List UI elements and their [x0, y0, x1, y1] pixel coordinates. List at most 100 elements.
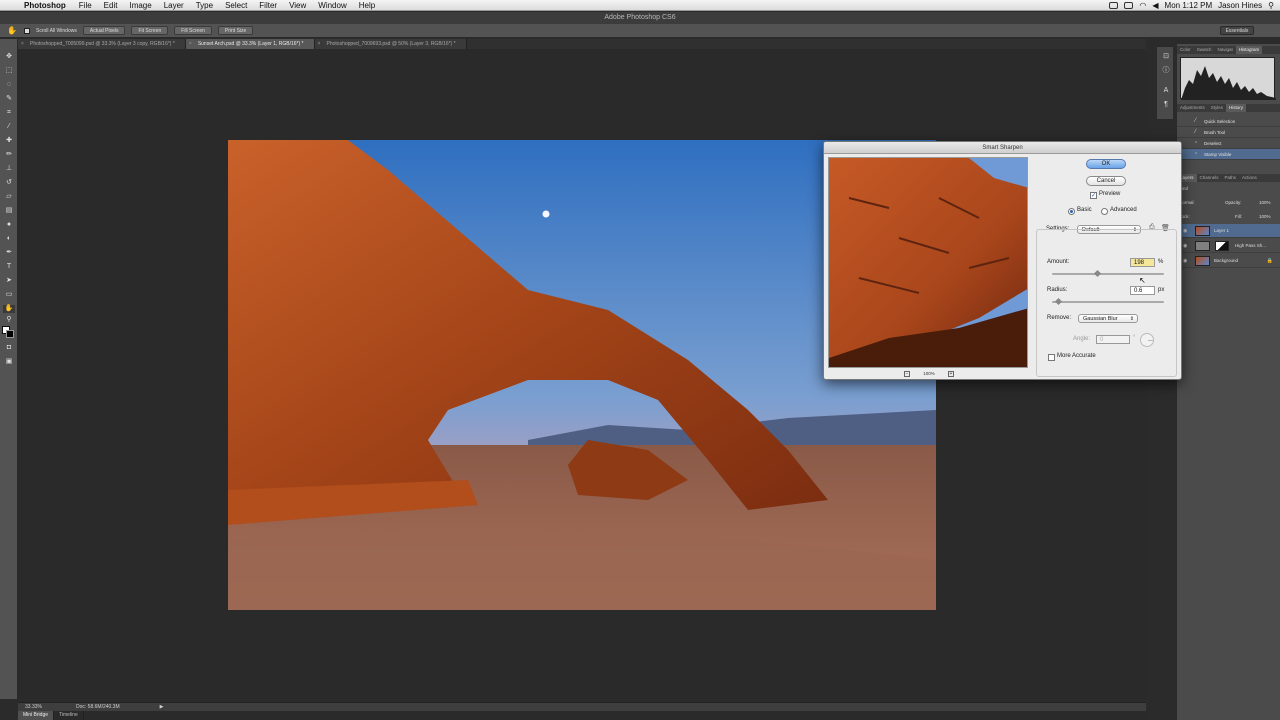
preview-checkbox[interactable]: ✓: [1090, 192, 1097, 199]
brush-tool-icon[interactable]: ✏: [3, 151, 15, 159]
menu-image[interactable]: Image: [129, 1, 151, 10]
document-tab[interactable]: × Photoshopped_7005099.psd @ 33.3% (Laye…: [18, 39, 186, 49]
angle-dial[interactable]: [1140, 333, 1154, 347]
tab-styles[interactable]: Styles: [1208, 104, 1226, 112]
close-icon[interactable]: ×: [21, 39, 24, 49]
menu-clock[interactable]: Mon 1:12 PM: [1165, 1, 1213, 10]
tab-adjustments[interactable]: Adjustments: [1177, 104, 1208, 112]
menu-type[interactable]: Type: [196, 1, 213, 10]
menu-user[interactable]: Jason Hines: [1218, 1, 1262, 10]
scroll-all-windows-checkbox[interactable]: [24, 27, 30, 34]
layer-row-active[interactable]: ◉ Layer 1: [1177, 224, 1280, 238]
visibility-eye-icon[interactable]: ◉: [1183, 239, 1187, 253]
fill-value[interactable]: 100%: [1259, 213, 1271, 220]
history-item[interactable]: ⁄ Quick Selection: [1177, 116, 1280, 127]
visibility-eye-icon[interactable]: ◉: [1183, 224, 1187, 238]
menu-app-name[interactable]: Photoshop: [24, 1, 66, 10]
tab-navigator[interactable]: Navigat: [1215, 46, 1236, 54]
character-icon[interactable]: A: [1161, 87, 1171, 95]
amount-input[interactable]: 198: [1130, 258, 1155, 267]
menu-edit[interactable]: Edit: [104, 1, 118, 10]
history-item[interactable]: ⁄ Brush Tool: [1177, 127, 1280, 138]
menu-file[interactable]: File: [79, 1, 92, 10]
marquee-tool-icon[interactable]: ⬚: [3, 67, 15, 75]
remove-select[interactable]: Gaussian Blur ⇕: [1078, 314, 1138, 323]
menu-filter[interactable]: Filter: [259, 1, 277, 10]
opacity-value[interactable]: 100%: [1259, 199, 1271, 206]
history-brush-tool-icon[interactable]: ↺: [3, 179, 15, 187]
zoom-in-button[interactable]: +: [947, 370, 954, 377]
wifi-icon[interactable]: ◠: [1139, 1, 1146, 10]
background-color-swatch[interactable]: [6, 330, 14, 338]
healing-brush-tool-icon[interactable]: ✚: [3, 137, 15, 145]
radius-input[interactable]: 0.6: [1130, 286, 1155, 295]
spotlight-icon[interactable]: ⚲: [1268, 1, 1274, 10]
actual-pixels-button[interactable]: Actual Pixels: [82, 26, 126, 35]
amount-slider-track[interactable]: [1052, 273, 1164, 275]
more-accurate-checkbox[interactable]: [1048, 354, 1055, 361]
fill-screen-button[interactable]: Fill Screen: [174, 26, 212, 35]
move-tool-icon[interactable]: ✥: [3, 53, 15, 61]
dodge-tool-icon[interactable]: ◐: [3, 235, 15, 243]
tab-mini-bridge[interactable]: Mini Bridge: [18, 711, 55, 720]
tab-swatches[interactable]: Swatch: [1194, 46, 1215, 54]
tab-color[interactable]: Color: [1177, 46, 1194, 54]
path-selection-tool-icon[interactable]: ➤: [3, 277, 15, 285]
tab-history[interactable]: History: [1226, 104, 1247, 112]
document-info[interactable]: Doc: 58.6M/240.3M: [76, 704, 120, 710]
shape-tool-icon[interactable]: ▭: [3, 291, 15, 299]
volume-icon[interactable]: ◀: [1152, 1, 1158, 10]
angle-input[interactable]: 0: [1096, 335, 1130, 344]
quick-selection-tool-icon[interactable]: ✎: [3, 95, 15, 103]
quick-mask-icon[interactable]: ◘: [3, 344, 15, 352]
history-item-active[interactable]: ▫ Stamp Visible: [1177, 149, 1280, 160]
document-tab[interactable]: × Photoshopped_7009693.psd @ 50% (Layer …: [314, 39, 467, 49]
hand-tool-icon[interactable]: ✋: [6, 26, 18, 36]
radius-slider-track[interactable]: [1052, 301, 1164, 303]
zoom-tool-icon[interactable]: ⚲: [3, 316, 15, 324]
menu-help[interactable]: Help: [359, 1, 375, 10]
zoom-level[interactable]: 33.33%: [18, 704, 46, 710]
menu-window[interactable]: Window: [318, 1, 346, 10]
history-item[interactable]: ▫ Deselect: [1177, 138, 1280, 149]
hand-tool-icon[interactable]: ✋: [3, 305, 15, 313]
type-tool-icon[interactable]: T: [3, 263, 15, 271]
menu-view[interactable]: View: [289, 1, 306, 10]
screen-mode-icon[interactable]: ▣: [3, 358, 15, 366]
zoom-out-button[interactable]: −: [904, 370, 910, 377]
layer-row[interactable]: ◉ Background 🔒: [1177, 254, 1280, 268]
close-icon[interactable]: ×: [189, 39, 192, 49]
battery-icon[interactable]: [1124, 2, 1134, 9]
tab-timeline[interactable]: Timeline: [54, 711, 84, 720]
close-icon[interactable]: ×: [318, 39, 321, 49]
info-icon[interactable]: ⓘ: [1161, 67, 1171, 75]
workspace-switcher[interactable]: Essentials: [1220, 26, 1254, 35]
navigator-icon[interactable]: ⊡: [1161, 53, 1171, 61]
ps-icon[interactable]: [1109, 2, 1119, 9]
menu-select[interactable]: Select: [225, 1, 247, 10]
ok-button[interactable]: OK: [1086, 159, 1126, 169]
visibility-eye-icon[interactable]: ◉: [1183, 254, 1187, 268]
blur-tool-icon[interactable]: ●: [3, 221, 15, 229]
tab-histogram[interactable]: Histogram: [1235, 46, 1263, 54]
crop-tool-icon[interactable]: ⌗: [3, 109, 15, 117]
print-size-button[interactable]: Print Size: [217, 26, 254, 35]
gradient-tool-icon[interactable]: ▤: [3, 207, 15, 215]
tab-channels[interactable]: Channels: [1197, 174, 1222, 182]
filter-preview[interactable]: [828, 157, 1028, 368]
fit-screen-button[interactable]: Fit Screen: [131, 26, 169, 35]
tab-paths[interactable]: Paths: [1222, 174, 1240, 182]
paragraph-icon[interactable]: ¶: [1161, 101, 1171, 109]
clone-stamp-tool-icon[interactable]: ⊥: [3, 165, 15, 173]
layer-row[interactable]: ◉ High Pass Sh...: [1177, 239, 1280, 253]
eraser-tool-icon[interactable]: ▱: [3, 193, 15, 201]
cancel-button[interactable]: Cancel: [1086, 176, 1126, 186]
menu-layer[interactable]: Layer: [164, 1, 184, 10]
advanced-radio[interactable]: [1101, 208, 1108, 215]
play-icon[interactable]: ▶: [160, 704, 164, 710]
document-tab-active[interactable]: × Sunset Arch.psd @ 33.3% (Layer 1, RGB/…: [185, 39, 315, 49]
eyedropper-tool-icon[interactable]: ⁄: [3, 123, 15, 131]
pen-tool-icon[interactable]: ✒: [3, 249, 15, 257]
basic-radio[interactable]: [1068, 208, 1075, 215]
lasso-tool-icon[interactable]: ◌: [3, 81, 15, 89]
